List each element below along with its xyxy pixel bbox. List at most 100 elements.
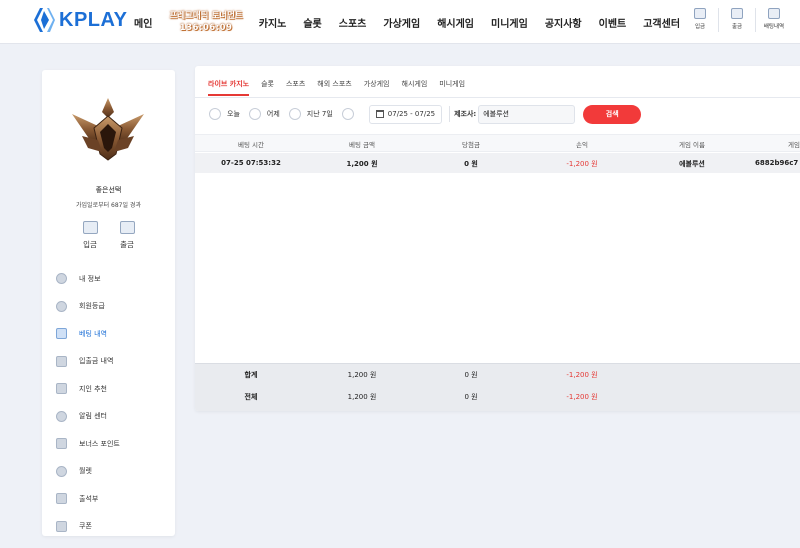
sidebar-item-referral[interactable]: 지인 추천 [56,375,166,403]
radio-yesterday[interactable]: 어제 [248,108,280,120]
radio-label: 어제 [266,110,280,118]
sidebar-item-attendance[interactable]: 출석부 [56,485,166,513]
column-header-time[interactable]: 베팅 시간 [238,139,264,149]
deposit-icon [82,221,98,234]
sidebar-item-grade[interactable]: 회원등급 [56,293,166,321]
sidebar-item-label: 베팅 내역 [79,329,107,338]
sidebar-deposit-button[interactable]: 입금 [75,221,105,250]
sidebar-withdraw-button[interactable]: 출금 [112,221,142,250]
column-header-profit[interactable]: 손익 [576,139,588,149]
cell-game-name: 에볼루션 [679,160,705,168]
bonus-icon [56,438,67,450]
sidebar-item-label: 지인 추천 [79,384,107,393]
logo[interactable]: KPLAY [33,7,127,33]
user-name: 좋은선택 [95,186,122,194]
sidebar-item-wallet[interactable]: 월렛 [56,458,166,486]
cell-bet: 1,200 원 [346,160,378,168]
referral-icon [56,383,67,395]
header-deposit-button[interactable]: 입금 [684,8,716,32]
nav-support[interactable]: 고객센터 [643,15,680,30]
table-row[interactable]: 07-25 07:53:32 1,200 원 0 원 -1,200 원 에볼루션… [195,153,800,173]
header-withdraw-label: 출금 [731,24,743,30]
rank-badge-icon [68,96,148,162]
column-header-win[interactable]: 당첨금 [462,139,480,149]
summary-bet: 1,200 원 [347,393,377,401]
nav-promo-tournament[interactable]: 프레그매틱 토너먼트 136:06:09 [169,10,242,34]
sidebar-item-betting-history[interactable]: 베팅 내역 [56,320,166,348]
radio-circle-icon [341,108,354,120]
date-range-picker[interactable]: 07/25 - 07/25 [368,104,443,124]
logo-icon [33,7,55,33]
sidebar-item-my-info[interactable]: 내 정보 [56,265,166,293]
summary-row-total: 전체 1,200 원 0 원 -1,200 원 [195,386,800,408]
column-header-bet[interactable]: 베팅 금액 [349,139,375,149]
provider-label: 제조사: [454,110,477,118]
filter-bar: 오늘 어제 지난 7일 07/25 - 07/25 제조사: 에볼루션 검색 [209,104,642,124]
sidebar-item-bonus-points[interactable]: 보너스 포인트 [56,430,166,458]
radio-label: 오늘 [227,110,240,118]
tab-live-casino[interactable]: 라이브 카지노 [208,74,250,96]
header-betting-history-button[interactable]: 배팅내역 [758,8,790,32]
sidebar-item-coupon[interactable]: 쿠폰 [56,513,166,541]
radio-today[interactable]: 오늘 [209,108,240,120]
radio-circle-icon [288,108,301,120]
sidebar-item-label: 월렛 [79,467,92,476]
radio-last-7-days[interactable]: 지난 7일 [288,108,333,120]
sidebar-item-transactions[interactable]: 입출금 내역 [56,348,166,376]
top-header: KPLAY 메인 프레그매틱 토너먼트 136:06:09 카지노 슬롯 스포츠… [0,0,800,44]
summary-win: 0 원 [464,371,478,379]
summary-row-subtotal: 합계 1,200 원 0 원 -1,200 원 [195,364,800,386]
provider-input[interactable]: 에볼루션 [478,104,576,124]
category-tabs: 라이브 카지노 슬롯 스포츠 해외 스포츠 가상게임 해시게임 미니게임 [208,74,477,96]
withdraw-icon [119,221,135,234]
sidebar-item-notifications[interactable]: 알림 센터 [56,403,166,431]
nav-notice[interactable]: 공지사항 [545,15,582,30]
withdraw-icon [731,8,743,19]
sidebar-item-label: 입출금 내역 [79,357,114,366]
header-withdraw-button[interactable]: 출금 [721,8,753,32]
user-sidebar: 좋은선택 가입일로부터 687일 경과 입금 출금 내 정보 회원등급 베팅 내… [42,70,175,536]
tab-virtual[interactable]: 가상게임 [364,74,390,96]
nav-mini[interactable]: 미니게임 [491,15,528,30]
nav-slot[interactable]: 슬롯 [303,15,321,30]
nav-sports[interactable]: 스포츠 [339,15,367,30]
summary-bet: 1,200 원 [347,371,377,379]
cell-win: 0 원 [464,160,478,168]
attendance-icon [56,493,67,505]
sidebar-item-label: 출석부 [79,494,99,503]
cell-time: 07-25 07:53:32 [221,159,281,167]
header-deposit-label: 입금 [694,24,706,30]
profile-icon [56,273,67,285]
main-nav: 메인 프레그매틱 토너먼트 136:06:09 카지노 슬롯 스포츠 가상게임 … [134,0,697,44]
header-betting-history-label: 배팅내역 [763,24,785,30]
tab-overseas-sports[interactable]: 해외 스포츠 [317,74,351,96]
sidebar-item-label: 보너스 포인트 [79,439,120,448]
search-button[interactable]: 검색 [583,104,642,124]
sidebar-item-label: 알림 센터 [79,412,107,421]
tab-slot[interactable]: 슬롯 [261,74,274,96]
betting-history-panel: 라이브 카지노 슬롯 스포츠 해외 스포츠 가상게임 해시게임 미니게임 오늘 … [195,66,800,411]
tab-hash[interactable]: 해시게임 [402,74,428,96]
radio-label: 지난 7일 [306,110,333,118]
sidebar-withdraw-label: 출금 [120,240,134,249]
nav-main[interactable]: 메인 [134,15,152,30]
summary-profit: -1,200 원 [566,393,598,401]
sidebar-item-label: 회원등급 [79,302,105,311]
radio-custom-range[interactable] [341,108,360,120]
column-header-game-id[interactable]: 게임 [788,139,800,149]
tab-mini[interactable]: 미니게임 [439,74,465,96]
notification-icon [56,410,67,422]
sidebar-item-label: 쿠폰 [79,522,92,531]
column-header-game-name[interactable]: 게임 이름 [679,139,705,149]
divider [755,8,756,32]
nav-casino[interactable]: 카지노 [259,15,287,30]
tab-sports[interactable]: 스포츠 [286,74,305,96]
nav-event[interactable]: 이벤트 [599,15,627,30]
nav-hash[interactable]: 해시게임 [437,15,474,30]
transaction-icon [56,355,67,367]
sidebar-deposit-label: 입금 [83,240,97,249]
nav-virtual[interactable]: 가상게임 [383,15,420,30]
sidebar-item-label: 내 정보 [79,274,101,283]
date-range-value: 07/25 - 07/25 [387,110,436,118]
betting-history-icon [768,8,780,19]
